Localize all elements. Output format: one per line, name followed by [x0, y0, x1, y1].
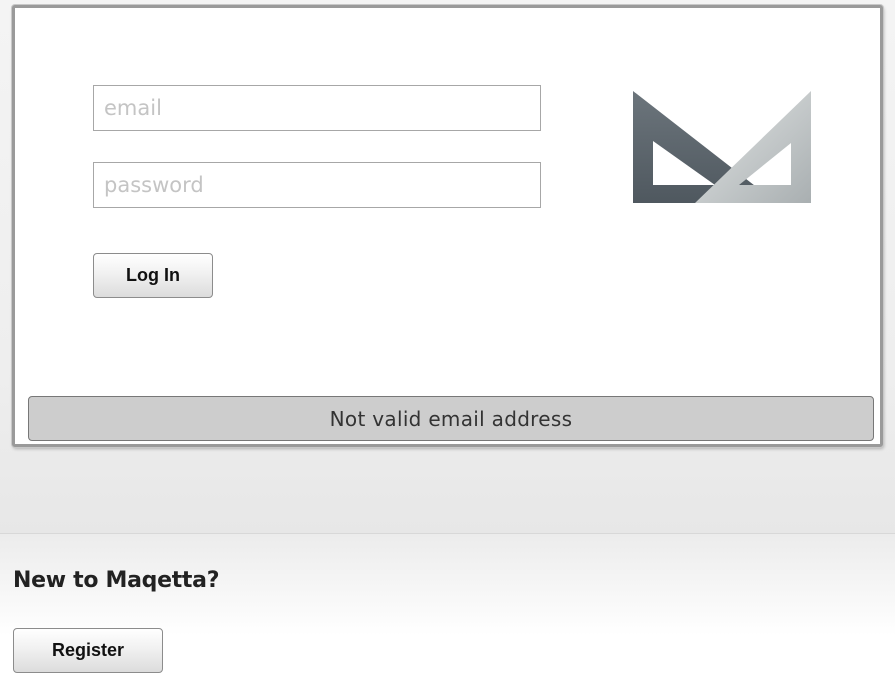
- email-field[interactable]: [93, 85, 541, 131]
- status-message: Not valid email address: [28, 396, 874, 441]
- password-field[interactable]: [93, 162, 541, 208]
- login-button[interactable]: Log In: [93, 253, 213, 298]
- login-panel: Log In Not v: [12, 5, 883, 447]
- maqetta-logo-icon: [633, 91, 811, 285]
- register-button[interactable]: Register: [13, 628, 163, 673]
- register-heading: New to Maqetta?: [13, 568, 220, 593]
